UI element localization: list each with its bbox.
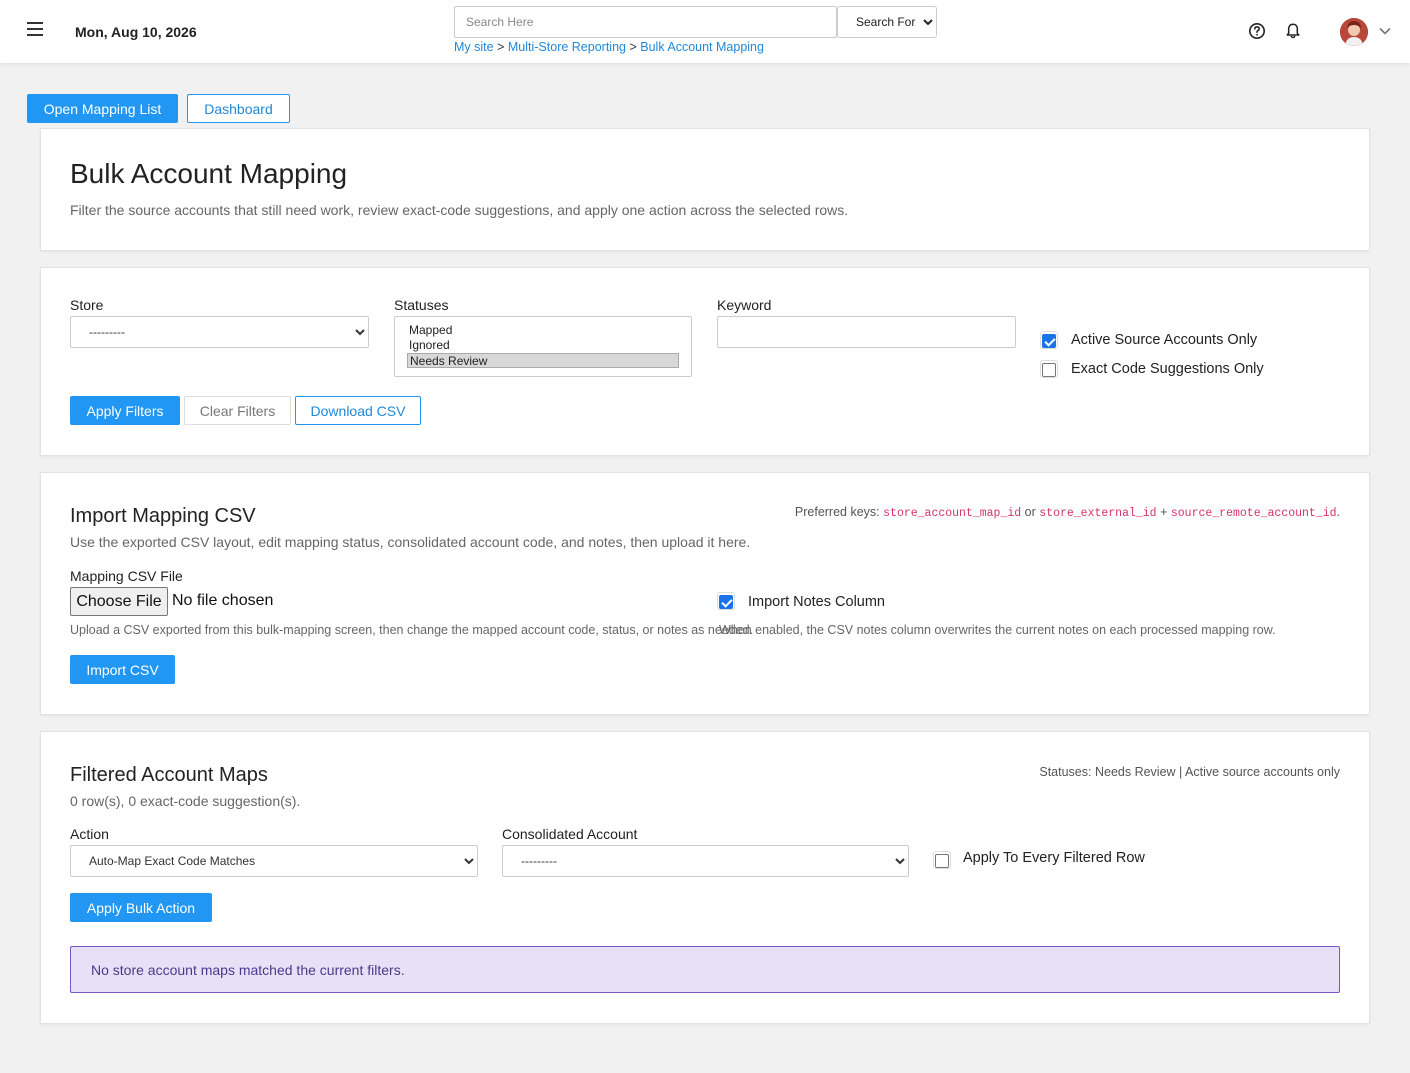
apply-filters-button[interactable]: Apply Filters bbox=[70, 396, 180, 425]
file-help: Upload a CSV exported from this bulk-map… bbox=[70, 623, 754, 637]
or-text: or bbox=[1024, 505, 1036, 519]
import-csv-button[interactable]: Import CSV bbox=[70, 655, 175, 684]
preferred-keys: Preferred keys: store_account_map_id or … bbox=[795, 505, 1340, 520]
empty-results-message: No store account maps matched the curren… bbox=[91, 962, 405, 978]
exact-code-label: Exact Code Suggestions Only bbox=[1071, 361, 1264, 377]
consolidated-account-label: Consolidated Account bbox=[502, 826, 638, 842]
apply-bulk-action-button[interactable]: Apply Bulk Action bbox=[70, 893, 212, 922]
download-csv-button[interactable]: Download CSV bbox=[295, 396, 421, 425]
key-source-remote-account-id: source_remote_account_id bbox=[1170, 507, 1337, 520]
results-summary: 0 row(s), 0 exact-code suggestion(s). bbox=[70, 793, 301, 809]
clear-filters-button[interactable]: Clear Filters bbox=[184, 396, 291, 425]
key-store-external-id: store_external_id bbox=[1039, 507, 1157, 520]
breadcrumb-separator: > bbox=[497, 40, 505, 54]
import-title: Import Mapping CSV bbox=[70, 505, 256, 527]
import-card: Import Mapping CSV Preferred keys: store… bbox=[40, 472, 1370, 715]
status-option-ignored[interactable]: Ignored bbox=[407, 338, 679, 353]
import-notes-checkbox[interactable] bbox=[719, 595, 733, 609]
import-notes-help: When enabled, the CSV notes column overw… bbox=[719, 623, 1276, 637]
choose-file-button[interactable]: Choose File bbox=[70, 587, 168, 616]
statuses-label: Statuses bbox=[394, 297, 449, 313]
results-card: Filtered Account Maps Statuses: Needs Re… bbox=[40, 731, 1370, 1024]
page-title: Bulk Account Mapping bbox=[70, 158, 348, 189]
chevron-down-icon[interactable] bbox=[1378, 25, 1392, 37]
help-icon[interactable] bbox=[1248, 22, 1266, 40]
breadcrumb-separator: > bbox=[629, 40, 637, 54]
file-status: No file chosen bbox=[172, 592, 274, 609]
breadcrumb-my-site[interactable]: My site bbox=[454, 40, 494, 54]
period-text: . bbox=[1336, 505, 1340, 519]
exact-code-checkbox[interactable] bbox=[1042, 363, 1056, 377]
apply-all-label: Apply To Every Filtered Row bbox=[963, 850, 1145, 866]
top-bar: Mon, Aug 10, 2026 Search For... My site … bbox=[0, 0, 1410, 63]
preferred-keys-prefix: Preferred keys: bbox=[794, 505, 880, 519]
filters-card: Store --------- Statuses Mapped Ignored … bbox=[40, 267, 1370, 456]
results-title: Filtered Account Maps bbox=[70, 764, 268, 786]
active-only-checkbox[interactable] bbox=[1042, 334, 1056, 348]
dashboard-button[interactable]: Dashboard bbox=[187, 94, 290, 123]
empty-results-alert: No store account maps matched the curren… bbox=[70, 946, 1340, 993]
search-input[interactable] bbox=[454, 6, 837, 38]
action-select[interactable]: Auto-Map Exact Code Matches bbox=[70, 845, 478, 877]
avatar[interactable] bbox=[1340, 18, 1368, 46]
search-for-select[interactable]: Search For... bbox=[837, 6, 937, 38]
consolidated-account-select[interactable]: --------- bbox=[502, 845, 909, 877]
breadcrumb: My site > Multi-Store Reporting > Bulk A… bbox=[454, 40, 764, 54]
intro-card: Bulk Account Mapping Filter the source a… bbox=[40, 128, 1370, 251]
store-label: Store bbox=[70, 297, 104, 313]
breadcrumb-multi-store-reporting[interactable]: Multi-Store Reporting bbox=[508, 40, 626, 54]
store-select[interactable]: --------- bbox=[70, 316, 369, 348]
key-store-account-map-id: store_account_map_id bbox=[883, 507, 1022, 520]
statuses-multiselect[interactable]: Mapped Ignored Needs Review bbox=[394, 316, 692, 377]
bell-icon[interactable] bbox=[1284, 22, 1302, 40]
keyword-label: Keyword bbox=[717, 297, 772, 313]
active-only-label: Active Source Accounts Only bbox=[1071, 332, 1258, 348]
breadcrumb-bulk-account-mapping[interactable]: Bulk Account Mapping bbox=[640, 40, 764, 54]
import-description: Use the exported CSV layout, edit mappin… bbox=[70, 534, 751, 550]
status-option-needs-review[interactable]: Needs Review bbox=[407, 353, 679, 368]
results-filter-summary: Statuses: Needs Review | Active source a… bbox=[1039, 765, 1340, 779]
file-label: Mapping CSV File bbox=[70, 568, 183, 584]
open-mapping-list-button[interactable]: Open Mapping List bbox=[27, 94, 178, 123]
keyword-input[interactable] bbox=[717, 316, 1016, 348]
avatar-image bbox=[1340, 18, 1368, 46]
apply-all-checkbox[interactable] bbox=[935, 854, 949, 868]
status-option-mapped[interactable]: Mapped bbox=[407, 323, 679, 338]
page-description: Filter the source accounts that still ne… bbox=[70, 202, 849, 218]
import-notes-label: Import Notes Column bbox=[748, 594, 885, 610]
action-label: Action bbox=[70, 826, 109, 842]
plus-text: + bbox=[1160, 505, 1168, 519]
current-date: Mon, Aug 10, 2026 bbox=[75, 24, 197, 40]
hamburger-menu-icon[interactable] bbox=[27, 22, 45, 40]
